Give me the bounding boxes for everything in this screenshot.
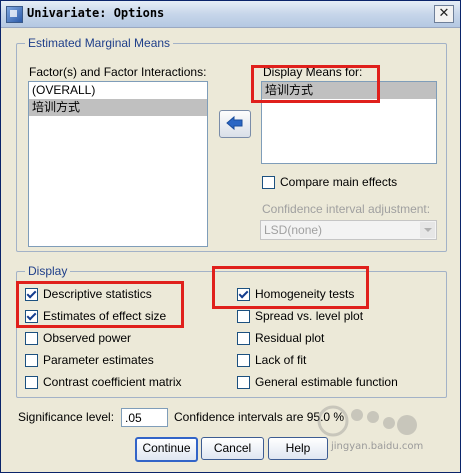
factors-label: Factor(s) and Factor Interactions: [29,65,207,79]
checkbox-box[interactable] [262,176,275,189]
checkbox-box[interactable] [25,332,38,345]
checkbox-box[interactable] [237,354,250,367]
watermark-text: jingyan.baidu.com [331,441,424,452]
emm-group-label: Estimated Marginal Means [25,36,174,50]
close-button[interactable]: ✕ [434,5,454,23]
highlight-descriptive-effect [16,281,184,328]
app-icon [6,6,23,23]
checkbox-box[interactable] [237,376,250,389]
significance-input[interactable]: .05 [121,408,168,427]
list-item[interactable]: (OVERALL) [29,82,207,99]
checkbox-box[interactable] [237,332,250,345]
watermark-logo-icon [317,405,417,437]
continue-button[interactable]: Continue [135,437,198,462]
highlight-display-means [251,65,380,103]
move-right-button[interactable] [219,110,251,138]
checkbox-box[interactable] [25,354,38,367]
ci-adjustment-select[interactable]: LSD(none) [260,220,437,240]
checkbox-box[interactable] [25,376,38,389]
arrow-left-icon [226,115,243,131]
factors-list[interactable]: (OVERALL) 培训方式 [28,81,208,247]
title-bar[interactable]: Univariate: Options ✕ [1,1,460,28]
chevron-down-icon[interactable] [420,222,435,238]
close-icon: ✕ [438,6,450,21]
options-dialog: Univariate: Options ✕ Estimated Marginal… [0,0,461,473]
significance-label: Significance level: [18,410,115,424]
cancel-button[interactable]: Cancel [201,437,264,460]
list-item[interactable]: 培训方式 [29,99,207,116]
display-group-label: Display [25,264,71,278]
highlight-homogeneity [212,266,369,309]
window-title: Univariate: Options [27,6,165,20]
checkbox-box[interactable] [237,310,250,323]
